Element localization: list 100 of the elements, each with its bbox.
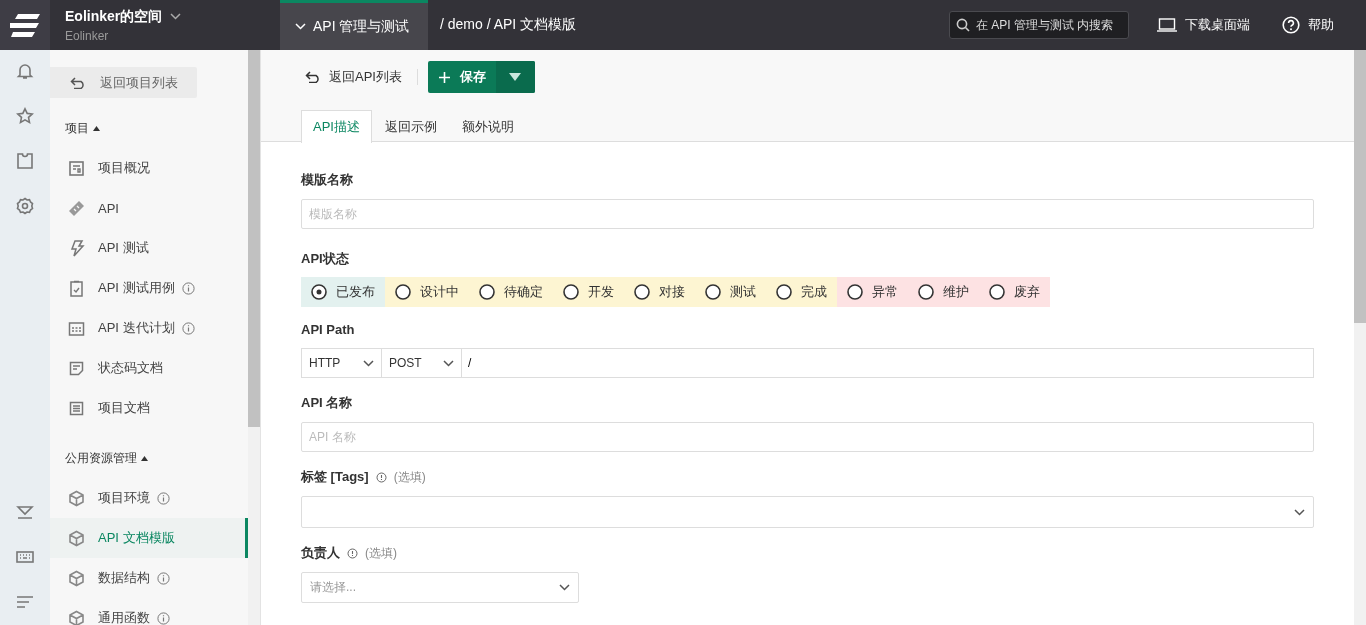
return-arrow-icon	[305, 71, 321, 83]
sidebar-item[interactable]: 数据结构	[50, 558, 248, 598]
back-to-api-list-button[interactable]: 返回API列表	[301, 69, 418, 85]
shirt-icon[interactable]	[16, 152, 34, 170]
field-label: API 名称	[301, 394, 354, 412]
radio-button[interactable]	[311, 284, 327, 300]
radio-button[interactable]	[563, 284, 579, 300]
optional-hint: (选填)	[365, 544, 397, 562]
return-arrow-icon	[70, 76, 86, 89]
menu-item-icon	[68, 199, 85, 217]
radio-button[interactable]	[918, 284, 934, 300]
sidebar-item[interactable]: API 文档模版	[50, 518, 248, 558]
help-button[interactable]: 帮助	[1282, 0, 1334, 50]
sidebar-item[interactable]: API 测试	[50, 228, 248, 268]
status-option[interactable]: 维护	[908, 277, 979, 307]
info-icon	[375, 471, 387, 483]
sidebar-item[interactable]: 通用函数	[50, 598, 248, 625]
logo-icon[interactable]	[9, 13, 41, 37]
sidebar-item[interactable]: API 迭代计划	[50, 308, 248, 348]
section-title[interactable]: 项目	[65, 119, 89, 137]
chevron-down-icon	[443, 359, 454, 367]
tab[interactable]: 返回示例	[372, 110, 449, 142]
tab[interactable]: API描述	[301, 110, 372, 143]
workspace-subtitle: Eolinker	[65, 28, 110, 43]
field-label: API Path	[301, 320, 356, 338]
path-field[interactable]: /	[461, 348, 1314, 378]
scrollbar[interactable]	[248, 50, 260, 625]
menu-icon[interactable]	[16, 593, 34, 611]
keyboard-icon[interactable]	[16, 548, 34, 566]
field-label: API状态	[301, 250, 350, 268]
chevron-down-icon	[1294, 508, 1305, 516]
cube-icon	[68, 489, 85, 507]
workspace-name[interactable]: Eolinker的空间	[65, 7, 163, 26]
field-label: 标签 [Tags]	[301, 468, 369, 486]
radio-button[interactable]	[705, 284, 721, 300]
menu-item-icon	[68, 239, 85, 257]
cube-icon	[68, 569, 85, 587]
sidebar-item[interactable]: 项目文档	[50, 388, 248, 428]
info-icon	[347, 547, 358, 559]
caret-down-icon	[509, 73, 522, 81]
protocol-select[interactable]: HTTP	[301, 348, 382, 378]
plus-icon	[438, 71, 450, 83]
sidebar-item[interactable]: 项目环境	[50, 478, 248, 518]
settings-icon[interactable]	[16, 197, 34, 215]
cube-icon	[68, 609, 85, 625]
method-select[interactable]: POST	[381, 348, 462, 378]
template-name-field[interactable]: 模版名称	[301, 199, 1314, 229]
info-icon	[181, 281, 195, 295]
search-field[interactable]: 在 API 管理与测试 内搜索	[949, 11, 1129, 39]
scrollbar[interactable]	[1354, 50, 1366, 625]
info-icon	[157, 491, 170, 505]
field-label: 模版名称	[301, 171, 354, 189]
chevron-icon	[295, 23, 306, 30]
caret-icon[interactable]	[93, 125, 100, 131]
status-option[interactable]: 开发	[553, 277, 624, 307]
back-to-projects-button[interactable]: 返回项目列表	[50, 67, 197, 98]
menu-item-icon	[68, 319, 85, 337]
menu-item-icon	[68, 279, 85, 297]
status-option[interactable]: 待确定	[469, 277, 553, 307]
radio-button[interactable]	[847, 284, 863, 300]
caret-icon	[170, 13, 182, 20]
sidebar-item[interactable]: API	[50, 188, 248, 228]
caret-icon[interactable]	[141, 455, 148, 461]
breadcrumb: / demo / API 文档模版	[440, 16, 577, 34]
search-icon	[956, 18, 970, 32]
status-option[interactable]: 异常	[837, 277, 908, 307]
radio-button[interactable]	[776, 284, 792, 300]
sidebar-item[interactable]: API 测试用例	[50, 268, 248, 308]
tab[interactable]: 额外说明	[449, 110, 526, 142]
collapse-down-icon[interactable]	[16, 503, 34, 521]
radio-button[interactable]	[395, 284, 411, 300]
chevron-down-icon	[559, 584, 570, 591]
download-desktop-button[interactable]: 下载桌面端	[1157, 0, 1250, 50]
radio-button[interactable]	[479, 284, 495, 300]
menu-item-icon	[68, 399, 85, 417]
cube-icon	[68, 529, 85, 547]
help-icon	[1282, 16, 1300, 34]
menu-item-icon	[68, 159, 85, 177]
status-option[interactable]: 设计中	[385, 277, 469, 307]
status-option[interactable]: 测试	[695, 277, 766, 307]
optional-hint: (选填)	[393, 468, 426, 486]
radio-button[interactable]	[634, 284, 650, 300]
bell-icon[interactable]	[16, 62, 34, 80]
star-icon[interactable]	[16, 107, 34, 125]
section-title[interactable]: 公用资源管理	[65, 449, 137, 467]
field-label: 负责人	[301, 544, 340, 562]
status-option[interactable]: 对接	[624, 277, 695, 307]
info-icon	[157, 571, 170, 585]
sidebar-item[interactable]: 状态码文档	[50, 348, 248, 388]
sidebar-item[interactable]: 项目概况	[50, 148, 248, 188]
status-option[interactable]: 废弃	[979, 277, 1050, 307]
product-tab[interactable]: API 管理与测试	[280, 0, 428, 50]
save-options-button[interactable]	[495, 61, 535, 93]
status-option[interactable]: 已发布	[301, 277, 385, 307]
api-name-field[interactable]: API 名称	[301, 422, 1314, 452]
chevron-down-icon	[363, 359, 374, 367]
menu-item-icon	[68, 359, 85, 377]
laptop-icon	[1157, 18, 1177, 32]
radio-button[interactable]	[989, 284, 1005, 300]
status-option[interactable]: 完成	[766, 277, 837, 307]
